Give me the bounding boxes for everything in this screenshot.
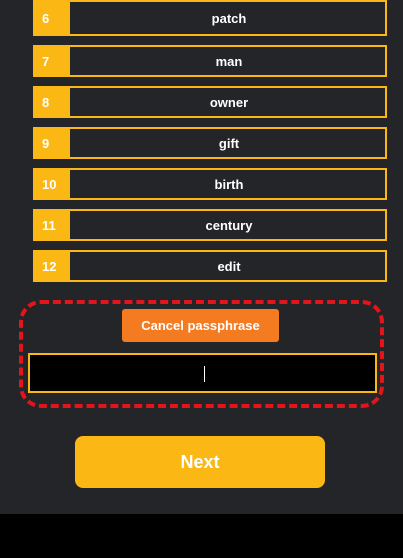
word-row: 12 edit [33,250,387,282]
word-index: 6 [33,0,70,36]
cancel-passphrase-button[interactable]: Cancel passphrase [122,309,279,342]
word-text: century [70,211,385,239]
bottom-bar [0,514,403,558]
word-field[interactable]: man [70,45,387,77]
word-field[interactable]: edit [70,250,387,282]
word-index: 12 [33,250,70,282]
text-caret [204,366,205,382]
word-field[interactable]: patch [70,0,387,36]
word-row: 10 birth [33,168,387,200]
word-index: 8 [33,86,70,118]
word-text: gift [70,129,385,157]
word-field[interactable]: century [70,209,387,241]
word-index: 7 [33,45,70,77]
next-button[interactable]: Next [75,436,325,488]
passphrase-input[interactable] [28,353,377,393]
word-text: edit [70,252,385,280]
word-row: 7 man [33,45,387,77]
word-row: 9 gift [33,127,387,159]
word-row: 8 owner [33,86,387,118]
word-index: 11 [33,209,70,241]
word-row: 11 century [33,209,387,241]
word-list: 6 patch 7 man 8 owner 9 gift 10 birth 11… [33,0,387,291]
word-index: 9 [33,127,70,159]
word-text: patch [70,2,385,34]
seed-confirm-screen: 6 patch 7 man 8 owner 9 gift 10 birth 11… [0,0,403,514]
word-index: 10 [33,168,70,200]
word-text: birth [70,170,385,198]
word-field[interactable]: owner [70,86,387,118]
word-text: man [70,47,385,75]
word-field[interactable]: birth [70,168,387,200]
word-text: owner [70,88,385,116]
word-field[interactable]: gift [70,127,387,159]
word-row: 6 patch [33,0,387,36]
